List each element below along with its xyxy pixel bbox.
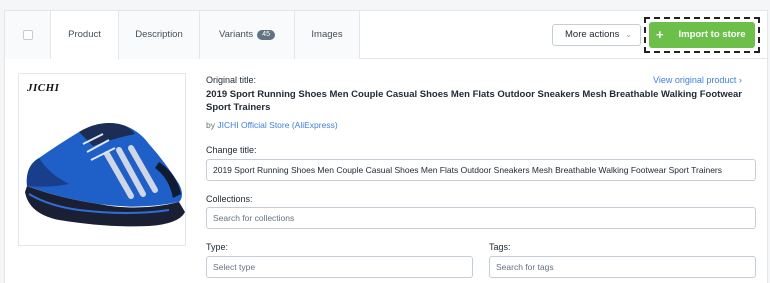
tab-bar: Product Description Variants 45 Images Mo… — [5, 11, 767, 60]
tab-images-label: Images — [311, 29, 343, 40]
view-original-product-label: View original product — [653, 75, 737, 85]
collections-label: Collections: — [206, 194, 253, 204]
tab-product-label: Product — [68, 29, 101, 40]
import-button-focus-ring: + Import to store — [644, 17, 760, 53]
tab-images[interactable]: Images — [295, 11, 360, 59]
plus-icon: + — [656, 27, 664, 42]
tab-variants[interactable]: Variants 45 — [200, 11, 295, 59]
collections-search-input[interactable]: Search for collections — [206, 207, 756, 229]
more-actions-label: More actions — [565, 29, 620, 40]
chevron-right-icon: › — [738, 75, 742, 85]
chevron-down-icon: ⌄ — [625, 30, 632, 39]
tags-search-input[interactable]: Search for tags — [489, 256, 756, 278]
product-card: Product Description Variants 45 Images Mo… — [4, 10, 768, 283]
tab-variants-label: Variants — [219, 29, 254, 40]
original-title: 2019 Sport Running Shoes Men Couple Casu… — [206, 89, 742, 113]
product-image[interactable]: JICHI — [18, 73, 186, 246]
change-title-label: Change title: — [206, 145, 257, 155]
store-link[interactable]: JICHI Official Store (AliExpress) — [217, 120, 337, 130]
select-checkbox[interactable] — [23, 30, 33, 40]
tab-description[interactable]: Description — [119, 11, 200, 59]
import-to-store-label: Import to store — [678, 29, 746, 40]
original-title-label: Original title: — [206, 75, 257, 85]
tab-product[interactable]: Product — [51, 11, 119, 60]
by-prefix: by — [206, 120, 215, 130]
tags-label: Tags: — [489, 242, 511, 252]
variants-count-badge: 45 — [257, 30, 275, 40]
tab-description-label: Description — [135, 29, 183, 40]
shoe-image — [25, 123, 185, 227]
type-label: Type: — [206, 242, 229, 252]
more-actions-button[interactable]: More actions ⌄ — [552, 24, 641, 46]
type-select[interactable]: Select type — [206, 256, 473, 278]
import-to-store-button[interactable]: + Import to store — [649, 22, 755, 48]
store-byline: by JICHI Official Store (AliExpress) — [206, 120, 338, 130]
view-original-product-link[interactable]: View original product › — [653, 75, 742, 85]
select-cell — [5, 11, 51, 59]
change-title-input[interactable]: 2019 Sport Running Shoes Men Couple Casu… — [206, 159, 756, 181]
